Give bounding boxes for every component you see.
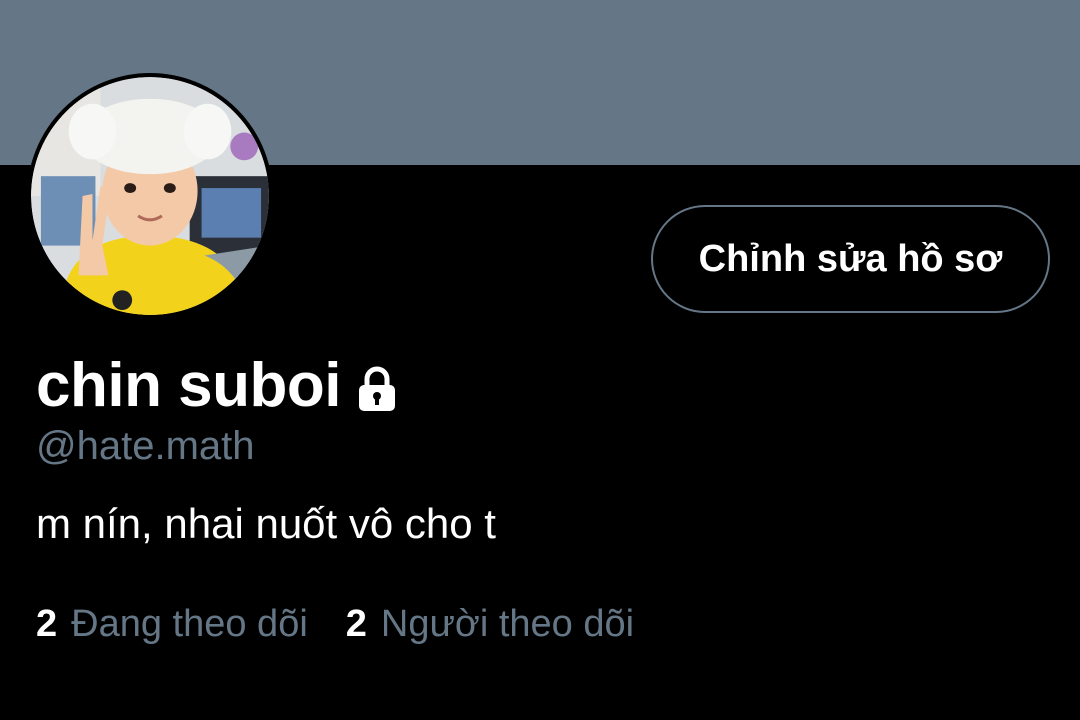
lock-icon [353, 364, 401, 412]
username-handle: @hate.math [36, 424, 255, 468]
following-stat[interactable]: 2 Đang theo dõi [36, 603, 308, 646]
name-row: chin suboi [36, 345, 401, 425]
edit-profile-button[interactable]: Chỉnh sửa hồ sơ [651, 205, 1050, 313]
profile-avatar[interactable] [27, 73, 273, 319]
profile-bio: m nín, nhai nuốt vô cho t [36, 500, 496, 547]
display-name: chin suboi [36, 350, 342, 420]
followers-count: 2 [345, 603, 367, 645]
following-label: Đang theo dõi [71, 603, 308, 645]
follow-stats: 2 Đang theo dõi 2 Người theo dõi [36, 603, 672, 646]
followers-stat[interactable]: 2 Người theo dõi [346, 603, 634, 646]
followers-label: Người theo dõi [380, 603, 635, 645]
following-count: 2 [36, 603, 58, 645]
profile-photo [31, 77, 269, 315]
